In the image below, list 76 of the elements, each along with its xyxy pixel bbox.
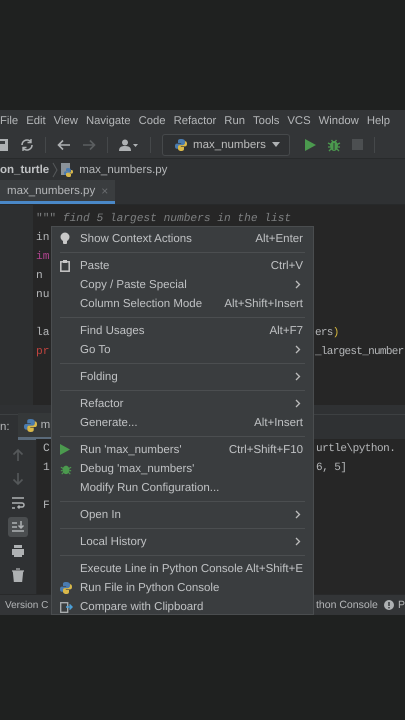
shortcut-text: Alt+Insert (254, 416, 303, 428)
status-item[interactable]: thon Console (316, 599, 384, 612)
python-file-icon (61, 162, 74, 176)
console-text: urtle\python. (316, 443, 396, 455)
menu-item[interactable]: File (0, 114, 18, 127)
menu-item[interactable]: Refactor (52, 394, 313, 413)
shortcut-text: Alt+Enter (255, 232, 303, 244)
console-text: C (43, 443, 50, 455)
menu-item[interactable]: Modify Run Configuration... (52, 478, 313, 497)
menu-item[interactable]: Debug 'max_numbers' (52, 459, 313, 478)
console-text: 1 (43, 462, 50, 474)
menu-item[interactable]: Tools (253, 114, 280, 127)
code-text: im (36, 250, 50, 263)
python-icon (60, 582, 72, 594)
menu-item[interactable]: Help (366, 114, 390, 127)
info-icon (384, 600, 394, 610)
refresh-icon[interactable] (20, 138, 34, 152)
clipboard-icon (60, 260, 70, 272)
code-text: ) (332, 326, 339, 339)
code-text: in (36, 232, 50, 244)
menu-item[interactable]: Navigate (86, 114, 131, 127)
back-arrow-icon[interactable] (57, 138, 71, 151)
shortcut-text: Ctrl+Shift+F10 (228, 444, 303, 456)
breadcrumb-item[interactable]: max_numbers.py (79, 164, 168, 176)
code-text: """ (36, 212, 56, 225)
menu-item[interactable]: Paste Ctrl+V (52, 256, 313, 275)
menu-item[interactable]: Open In (52, 505, 313, 524)
menu-item[interactable]: Show Context Actions Alt+Enter (52, 229, 313, 248)
shortcut-text: Alt+Shift+E (245, 562, 303, 574)
status-item[interactable]: P (398, 599, 405, 612)
lightbulb-icon (60, 232, 70, 245)
shortcut-text: Ctrl+V (270, 260, 303, 272)
code-text: la (36, 326, 50, 339)
menu-item[interactable]: Folding (52, 367, 313, 386)
caret-icon (272, 142, 280, 148)
bug-icon (60, 462, 72, 474)
breadcrumb-item[interactable]: on_turtle (0, 164, 50, 176)
menu-item[interactable]: View (54, 114, 78, 127)
panel-label: n: (0, 420, 10, 432)
menu-item[interactable]: Code (138, 114, 166, 127)
menu-item[interactable]: Compare with Clipboard (52, 597, 313, 615)
menu-item[interactable]: Refactor (174, 114, 216, 127)
menu-item[interactable]: Execute Line in Python Console Alt+Shift+E (52, 559, 313, 578)
bug-icon[interactable] (326, 138, 341, 152)
editor-tab[interactable]: max_numbers.py × (0, 180, 116, 204)
shortcut-text: Alt+F7 (269, 324, 303, 336)
menu-item[interactable]: Run File in Python Console (52, 578, 313, 597)
menu-item[interactable]: Run 'max_numbers' Ctrl+Shift+F10 (52, 440, 313, 459)
menu-item[interactable]: Go To (52, 340, 313, 359)
menu-item[interactable]: Local History (52, 532, 313, 551)
console-text: 6, 5] (316, 462, 347, 474)
code-text: find 5 largest numbers in the list (62, 212, 292, 225)
shortcut-text: Alt+Shift+Insert (224, 298, 303, 310)
save-icon[interactable] (0, 138, 9, 152)
console-text: F (43, 500, 50, 512)
end-icon[interactable] (8, 516, 28, 536)
menu-item[interactable]: Column Selection Mode Alt+Shift+Insert (52, 294, 313, 313)
code-text: nu (36, 288, 50, 301)
python-icon (175, 138, 187, 151)
menu-item[interactable]: Run (224, 114, 246, 127)
menu-item[interactable]: VCS (287, 114, 311, 127)
menu-item[interactable]: Window (318, 114, 359, 127)
chevron-icon (52, 162, 58, 178)
menu-item[interactable]: Find Usages Alt+F7 (52, 321, 313, 340)
code-text: ers (315, 326, 333, 339)
code-text: _largest_number (315, 346, 404, 358)
menu-item[interactable]: Copy / Paste Special (52, 275, 313, 294)
user-icon[interactable] (119, 138, 139, 151)
run-icon (60, 444, 70, 455)
compare-icon (60, 600, 73, 612)
python-icon (24, 418, 37, 432)
code-text: pr (36, 346, 50, 358)
run-config-dropdown[interactable]: max_numbers (162, 134, 290, 156)
code-text: n (36, 270, 43, 282)
menu-item[interactable]: Edit (26, 114, 46, 127)
run-icon[interactable] (304, 138, 316, 151)
